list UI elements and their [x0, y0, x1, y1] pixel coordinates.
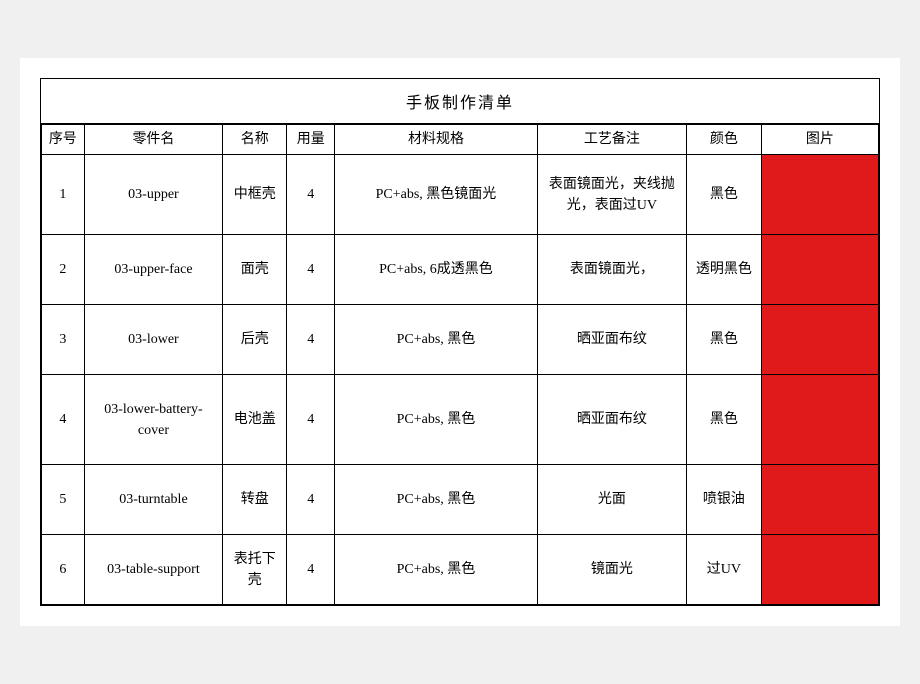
table-row: 403-lower-battery-cover电池盖4PC+abs, 黑色晒亚面… — [42, 375, 879, 465]
cell-image — [761, 305, 878, 375]
header-name: 名称 — [223, 125, 287, 155]
cell-spec: PC+abs, 黑色镜面光 — [335, 155, 538, 235]
cell-qty: 4 — [287, 235, 335, 305]
cell-process: 镜面光 — [537, 535, 686, 605]
cell-part: 03-turntable — [84, 465, 223, 535]
cell-part: 03-table-support — [84, 535, 223, 605]
cell-image — [761, 465, 878, 535]
cell-process: 表面镜面光， — [537, 235, 686, 305]
cell-qty: 4 — [287, 535, 335, 605]
cell-seq: 6 — [42, 535, 85, 605]
main-table: 序号 零件名 名称 用量 材料规格 工艺备注 颜色 图片 103-upper中框… — [41, 124, 879, 605]
cell-spec: PC+abs, 黑色 — [335, 305, 538, 375]
cell-process: 光面 — [537, 465, 686, 535]
table-row: 603-table-support表托下壳4PC+abs, 黑色镜面光过UV — [42, 535, 879, 605]
cell-process: 表面镜面光，夹线抛光，表面过UV — [537, 155, 686, 235]
cell-qty: 4 — [287, 465, 335, 535]
cell-name: 后壳 — [223, 305, 287, 375]
cell-color: 喷银油 — [687, 465, 762, 535]
header-part: 零件名 — [84, 125, 223, 155]
cell-part: 03-lower-battery-cover — [84, 375, 223, 465]
cell-color: 黑色 — [687, 155, 762, 235]
header-seq: 序号 — [42, 125, 85, 155]
cell-spec: PC+abs, 黑色 — [335, 465, 538, 535]
cell-seq: 1 — [42, 155, 85, 235]
cell-part: 03-lower — [84, 305, 223, 375]
cell-image — [761, 235, 878, 305]
table-row: 203-upper-face面壳4PC+abs, 6成透黑色表面镜面光，透明黑色 — [42, 235, 879, 305]
header-row: 序号 零件名 名称 用量 材料规格 工艺备注 颜色 图片 — [42, 125, 879, 155]
cell-seq: 2 — [42, 235, 85, 305]
cell-color: 黑色 — [687, 305, 762, 375]
table-row: 503-turntable转盘4PC+abs, 黑色光面喷银油 — [42, 465, 879, 535]
cell-qty: 4 — [287, 155, 335, 235]
header-spec: 材料规格 — [335, 125, 538, 155]
cell-name: 面壳 — [223, 235, 287, 305]
cell-name: 表托下壳 — [223, 535, 287, 605]
table-wrapper: 手板制作清单 序号 零件名 名称 用量 材料规格 工艺备注 — [40, 78, 880, 606]
cell-image — [761, 535, 878, 605]
table-row: 103-upper中框壳4PC+abs, 黑色镜面光表面镜面光，夹线抛光，表面过… — [42, 155, 879, 235]
cell-name: 转盘 — [223, 465, 287, 535]
cell-image — [761, 155, 878, 235]
cell-spec: PC+abs, 黑色 — [335, 535, 538, 605]
cell-name: 电池盖 — [223, 375, 287, 465]
header-qty: 用量 — [287, 125, 335, 155]
cell-color: 透明黑色 — [687, 235, 762, 305]
table-title: 手板制作清单 — [41, 79, 879, 124]
cell-qty: 4 — [287, 305, 335, 375]
cell-color: 黑色 — [687, 375, 762, 465]
cell-name: 中框壳 — [223, 155, 287, 235]
cell-seq: 3 — [42, 305, 85, 375]
page-container: 手板制作清单 序号 零件名 名称 用量 材料规格 工艺备注 — [20, 58, 900, 626]
cell-part: 03-upper — [84, 155, 223, 235]
cell-spec: PC+abs, 黑色 — [335, 375, 538, 465]
header-process: 工艺备注 — [537, 125, 686, 155]
cell-color: 过UV — [687, 535, 762, 605]
cell-qty: 4 — [287, 375, 335, 465]
cell-spec: PC+abs, 6成透黑色 — [335, 235, 538, 305]
table-row: 303-lower后壳4PC+abs, 黑色晒亚面布纹黑色 — [42, 305, 879, 375]
cell-process: 晒亚面布纹 — [537, 375, 686, 465]
header-color: 颜色 — [687, 125, 762, 155]
cell-image — [761, 375, 878, 465]
header-image: 图片 — [761, 125, 878, 155]
cell-part: 03-upper-face — [84, 235, 223, 305]
cell-seq: 4 — [42, 375, 85, 465]
cell-seq: 5 — [42, 465, 85, 535]
cell-process: 晒亚面布纹 — [537, 305, 686, 375]
